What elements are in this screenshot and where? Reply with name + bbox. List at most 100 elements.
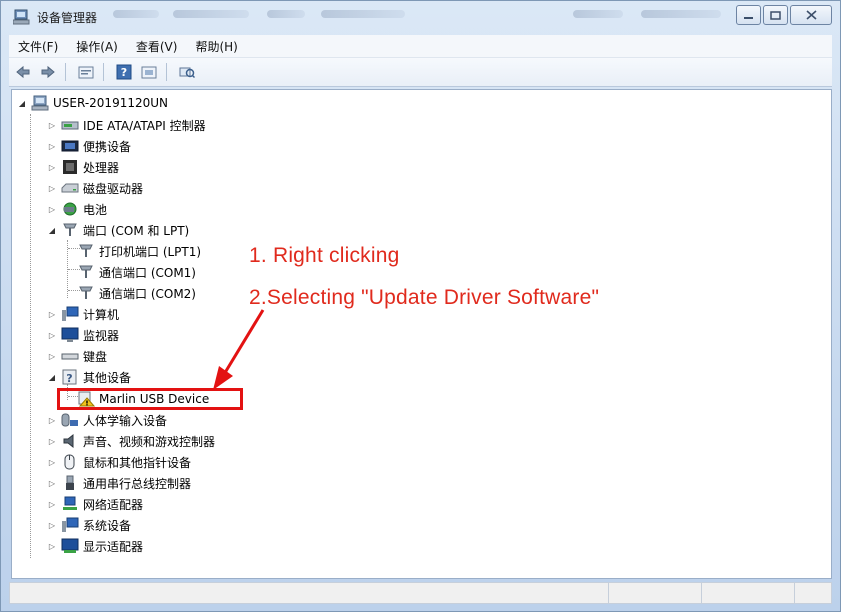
tree-line bbox=[30, 114, 31, 558]
tree-item-mouse[interactable]: ▷ 鼠标和其他指针设备 bbox=[47, 452, 191, 472]
menu-view[interactable]: 查看(V) bbox=[127, 38, 187, 55]
blurred-title-text bbox=[173, 10, 249, 18]
tree-item-hid[interactable]: ▷ 人体学输入设备 bbox=[47, 410, 167, 430]
show-hidden-button[interactable] bbox=[138, 62, 160, 82]
expand-arrow-icon[interactable]: ▷ bbox=[47, 499, 57, 509]
tree-item-battery[interactable]: ▷ 电池 bbox=[47, 199, 107, 219]
tree-item-monitor[interactable]: ▷ 监视器 bbox=[47, 325, 119, 345]
expand-arrow-icon[interactable]: ▷ bbox=[47, 120, 57, 130]
tree-row-root[interactable]: ◢ USER-20191120UN bbox=[17, 93, 168, 113]
minimize-button[interactable] bbox=[736, 5, 761, 25]
scan-hardware-button[interactable] bbox=[176, 62, 198, 82]
menu-file[interactable]: 文件(F) bbox=[9, 38, 67, 55]
tree-item-com2[interactable]: 通信端口 (COM2) bbox=[73, 283, 196, 303]
back-icon bbox=[16, 65, 30, 79]
forward-icon bbox=[41, 65, 55, 79]
minimize-icon bbox=[744, 16, 753, 19]
show-hidden-icon bbox=[141, 66, 157, 79]
expand-arrow-icon[interactable]: ▷ bbox=[47, 204, 57, 214]
speaker-icon bbox=[61, 433, 79, 449]
tree-item-label: IDE ATA/ATAPI 控制器 bbox=[83, 118, 206, 133]
monitor-icon bbox=[61, 327, 79, 343]
tree-item-ide[interactable]: ▷ IDE ATA/ATAPI 控制器 bbox=[47, 115, 206, 135]
collapse-arrow-icon[interactable]: ◢ bbox=[17, 98, 27, 108]
scan-hardware-icon bbox=[179, 67, 195, 79]
maximize-icon bbox=[770, 10, 781, 20]
expand-arrow-icon[interactable]: ▷ bbox=[47, 541, 57, 551]
title-bar[interactable]: 设备管理器 bbox=[1, 1, 840, 33]
properties-icon bbox=[78, 66, 94, 79]
status-cell bbox=[609, 583, 702, 603]
expand-arrow-icon[interactable]: ▷ bbox=[47, 436, 57, 446]
tree-item-label: 便携设备 bbox=[83, 139, 132, 154]
tree-item-portable[interactable]: ▷ 便携设备 bbox=[47, 136, 131, 156]
tree-item-label: 监视器 bbox=[83, 328, 120, 343]
maximize-button[interactable] bbox=[763, 5, 788, 25]
tree-item-computer[interactable]: ▷ 计算机 bbox=[47, 304, 119, 324]
close-icon bbox=[805, 10, 817, 20]
toolbar-separator bbox=[103, 63, 104, 81]
back-button[interactable] bbox=[12, 62, 34, 82]
expand-arrow-icon[interactable]: ▷ bbox=[47, 415, 57, 425]
forward-button[interactable] bbox=[37, 62, 59, 82]
device-manager-icon bbox=[12, 9, 31, 25]
help-button[interactable]: ? bbox=[113, 62, 135, 82]
device-manager-window: 设备管理器 文件(F) 操作(A) 查看(V) 帮助(H) ? ◢ USER-2… bbox=[0, 0, 841, 612]
collapse-arrow-icon[interactable]: ◢ bbox=[47, 225, 57, 235]
tree-item-usb[interactable]: ▷ 通用串行总线控制器 bbox=[47, 473, 191, 493]
menu-bar: 文件(F) 操作(A) 查看(V) 帮助(H) bbox=[9, 35, 832, 58]
computer-name: USER-20191120UN bbox=[53, 96, 169, 110]
tree-item-label: 打印机端口 (LPT1) bbox=[99, 244, 202, 259]
expand-arrow-icon[interactable]: ▷ bbox=[47, 162, 57, 172]
portable-device-icon bbox=[61, 138, 79, 154]
expand-arrow-icon[interactable]: ▷ bbox=[47, 457, 57, 467]
tree-item-label: 磁盘驱动器 bbox=[83, 181, 144, 196]
tree-item-label: 通信端口 (COM2) bbox=[99, 286, 196, 301]
window-title: 设备管理器 bbox=[37, 11, 98, 25]
port-icon bbox=[77, 264, 95, 280]
toolbar: ? bbox=[9, 58, 832, 87]
tree-item-system[interactable]: ▷ 系统设备 bbox=[47, 515, 131, 535]
menu-help[interactable]: 帮助(H) bbox=[186, 38, 246, 55]
tree-item-keyboard[interactable]: ▷ 键盘 bbox=[47, 346, 107, 366]
tree-item-cpu[interactable]: ▷ 处理器 bbox=[47, 157, 119, 177]
processor-icon bbox=[61, 159, 79, 175]
tree-item-label: 通信端口 (COM1) bbox=[99, 265, 196, 280]
tree-item-label: 声音、视频和游戏控制器 bbox=[83, 434, 216, 449]
usb-icon bbox=[61, 475, 79, 491]
keyboard-icon bbox=[61, 348, 79, 364]
tree-item-lpt1[interactable]: 打印机端口 (LPT1) bbox=[73, 241, 201, 261]
svg-text:?: ? bbox=[66, 372, 72, 385]
annotation-step1: 1. Right clicking bbox=[249, 244, 400, 267]
hid-icon bbox=[61, 412, 79, 428]
tree-item-com1[interactable]: 通信端口 (COM1) bbox=[73, 262, 196, 282]
expand-arrow-icon[interactable]: ▷ bbox=[47, 351, 57, 361]
expand-arrow-icon[interactable]: ▷ bbox=[47, 520, 57, 530]
tree-item-label: 人体学输入设备 bbox=[83, 413, 168, 428]
network-adapter-icon bbox=[61, 496, 79, 512]
tree-item-display[interactable]: ▷ 显示适配器 bbox=[47, 536, 143, 556]
tree-item-ports[interactable]: ◢ 端口 (COM 和 LPT) bbox=[47, 220, 189, 240]
expand-arrow-icon[interactable]: ▷ bbox=[47, 183, 57, 193]
expand-arrow-icon[interactable]: ▷ bbox=[47, 478, 57, 488]
tree-item-network[interactable]: ▷ 网络适配器 bbox=[47, 494, 143, 514]
close-button[interactable] bbox=[790, 5, 832, 25]
help-icon: ? bbox=[116, 64, 132, 80]
tree-item-disk[interactable]: ▷ 磁盘驱动器 bbox=[47, 178, 143, 198]
annotation-step2: 2.Selecting "Update Driver Software" bbox=[249, 286, 600, 309]
disk-drive-icon bbox=[61, 180, 79, 196]
blurred-title-text bbox=[573, 10, 623, 18]
toolbar-separator bbox=[65, 63, 66, 81]
expand-arrow-icon[interactable]: ▷ bbox=[47, 309, 57, 319]
expand-arrow-icon[interactable]: ▷ bbox=[47, 141, 57, 151]
tree-item-label: 鼠标和其他指针设备 bbox=[83, 455, 192, 470]
tree-item-label: 网络适配器 bbox=[83, 497, 144, 512]
collapse-arrow-icon[interactable]: ◢ bbox=[47, 372, 57, 382]
tree-item-sound[interactable]: ▷ 声音、视频和游戏控制器 bbox=[47, 431, 215, 451]
ide-controller-icon bbox=[61, 117, 79, 133]
tree-item-label: 键盘 bbox=[83, 349, 108, 364]
properties-button[interactable] bbox=[75, 62, 97, 82]
tree-item-other[interactable]: ◢ ? 其他设备 bbox=[47, 367, 131, 387]
menu-action[interactable]: 操作(A) bbox=[67, 38, 127, 55]
expand-arrow-icon[interactable]: ▷ bbox=[47, 330, 57, 340]
